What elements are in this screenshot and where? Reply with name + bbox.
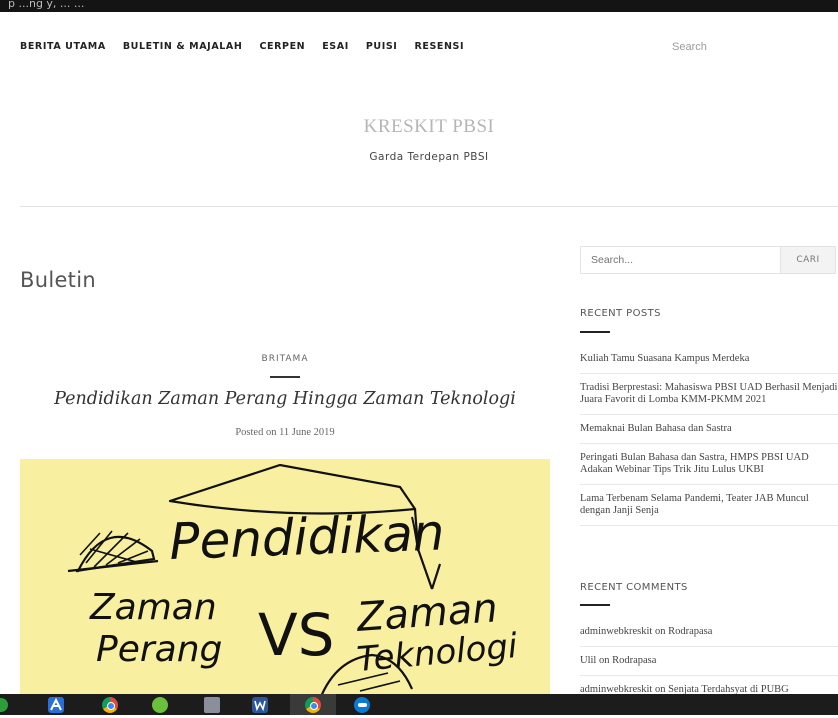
recent-posts-title: RECENT POSTS bbox=[580, 308, 661, 319]
recent-post-item[interactable]: Memaknai Bulan Bahasa dan Sastra bbox=[580, 415, 838, 444]
browser-top-strip-text: p ...ng y, ... ... bbox=[8, 0, 85, 10]
post-date: Posted on 11 June 2019 bbox=[235, 427, 335, 438]
nav-search-input[interactable]: Search bbox=[672, 41, 707, 53]
start-icon[interactable] bbox=[0, 698, 8, 712]
recent-comments-title: RECENT COMMENTS bbox=[580, 582, 688, 593]
taskbar bbox=[0, 694, 838, 715]
sound-icon[interactable] bbox=[152, 697, 168, 713]
chrome-icon[interactable] bbox=[102, 697, 118, 713]
image-text-vs: VS bbox=[258, 601, 335, 669]
main-nav: BERITA UTAMA BULETIN & MAJALAH CERPEN ES… bbox=[20, 41, 481, 52]
sidebar-search-input[interactable] bbox=[581, 247, 791, 273]
browser-top-strip: p ...ng y, ... ... bbox=[0, 0, 838, 12]
nav-item-puisi[interactable]: PUISI bbox=[366, 41, 398, 52]
site-title[interactable]: KRESKIT PBSI bbox=[0, 116, 838, 138]
nav-item-esai[interactable]: ESAI bbox=[322, 41, 349, 52]
word-icon[interactable] bbox=[252, 697, 268, 713]
post-category-link[interactable]: BRITAMA bbox=[20, 354, 550, 364]
featured-image-drawing: Pendidikan Zaman Perang VS Zaman Teknolo… bbox=[67, 463, 520, 699]
image-text-zaman-left: Zaman bbox=[89, 587, 217, 628]
image-text-pendidikan: Pendidikan bbox=[168, 503, 445, 571]
sidebar-search-button[interactable]: CARI bbox=[780, 247, 835, 273]
recent-comment-item[interactable]: Ulil on Rodrapasa bbox=[580, 647, 838, 676]
recent-comments-underline bbox=[580, 604, 610, 606]
site-tagline: Garda Terdepan PBSI bbox=[369, 151, 489, 163]
nav-item-resensi[interactable]: RESENSI bbox=[414, 41, 464, 52]
nav-item-buletin-majalah[interactable]: BULETIN & MAJALAH bbox=[123, 41, 243, 52]
printer-icon[interactable] bbox=[204, 697, 220, 713]
post-title-link[interactable]: Pendidikan Zaman Perang Hingga Zaman Tek… bbox=[20, 389, 550, 409]
edge-icon[interactable] bbox=[354, 697, 370, 713]
recent-post-item[interactable]: Peringati Bulan Bahasa dan Sastra, HMPS … bbox=[580, 444, 838, 485]
recent-post-item[interactable]: Kuliah Tamu Suasana Kampus Merdeka bbox=[580, 353, 838, 374]
recent-posts-underline bbox=[580, 331, 610, 333]
mail-icon[interactable] bbox=[48, 697, 64, 713]
header-divider bbox=[20, 206, 838, 207]
recent-post-item[interactable]: Tradisi Berprestasi: Mahasiswa PBSI UAD … bbox=[580, 374, 838, 415]
nav-item-cerpen[interactable]: CERPEN bbox=[259, 41, 305, 52]
category-underline bbox=[270, 376, 300, 378]
post-featured-image[interactable]: Pendidikan Zaman Perang VS Zaman Teknolo… bbox=[20, 459, 550, 699]
nav-item-berita-utama[interactable]: BERITA UTAMA bbox=[20, 41, 106, 52]
image-text-perang: Perang bbox=[96, 629, 222, 670]
sidebar-search-form: CARI bbox=[580, 246, 836, 274]
page-title: Buletin bbox=[20, 268, 96, 292]
helmet-drawing bbox=[67, 530, 159, 573]
recent-posts-list: Kuliah Tamu Suasana Kampus Merdeka Tradi… bbox=[580, 353, 838, 526]
recent-comment-item[interactable]: adminwebkreskit on Rodrapasa bbox=[580, 626, 838, 647]
recent-post-item[interactable]: Lama Terbenam Selama Pandemi, Teater JAB… bbox=[580, 485, 838, 526]
chrome-active-icon[interactable] bbox=[305, 697, 321, 713]
